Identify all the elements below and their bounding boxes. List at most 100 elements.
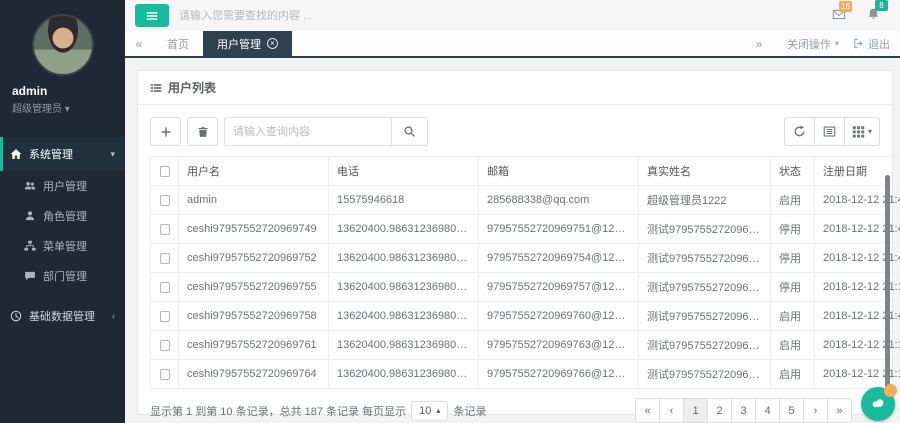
list-icon [150, 82, 162, 94]
notifications-button[interactable]: 8 [867, 7, 880, 24]
sidebar-item-system-management[interactable]: 系统管理 ▾ [0, 137, 125, 171]
sidebar: admin 超级管理员 ▾ 系统管理 ▾ 用户管理 角色管理 [0, 0, 125, 423]
sidebar-menu: 系统管理 ▾ 用户管理 角色管理 菜单管理 部门管理 [0, 137, 125, 333]
cell-realname: 测试97957552720969750 [639, 215, 771, 244]
pagination-summary-suffix: 条记录 [453, 403, 486, 419]
columns-grid-icon [852, 125, 865, 138]
row-checkbox[interactable] [160, 253, 170, 264]
close-operations-dropdown[interactable]: 关闭操作 ▾ [787, 36, 839, 52]
profile-role-dropdown[interactable]: 超级管理员 ▾ [12, 100, 117, 115]
tabs-scroll-left-button[interactable]: « [125, 31, 153, 56]
row-checkbox-cell [151, 244, 179, 273]
table-row: ceshi9795755272096976113620400.986312369… [151, 331, 900, 360]
pagination-bar: 显示第 1 到第 10 条记录，总共 187 条记录 每页显示 10 ▴ 条记录… [150, 389, 880, 423]
sidebar-toggle-button[interactable] [135, 4, 169, 27]
chat-floating-button[interactable] [861, 387, 895, 421]
select-all-checkbox[interactable] [160, 166, 170, 177]
columns-dropdown-button[interactable]: ▾ [844, 117, 880, 146]
table-view-controls: ▾ [784, 117, 880, 146]
cell-status: 停用 [771, 244, 815, 273]
page-button[interactable]: 3 [731, 398, 756, 423]
messages-count-badge: 16 [839, 1, 852, 12]
cell-phone: 13620400.9863123698032576 [329, 360, 479, 389]
row-checkbox[interactable] [160, 311, 170, 322]
table-row: ceshi9795755272096975213620400.986312369… [151, 244, 900, 273]
cell-realname: 超级管理员1222 [639, 186, 771, 215]
sitemap-icon [24, 240, 36, 252]
row-checkbox-cell [151, 331, 179, 360]
sidebar-submenu: 用户管理 角色管理 菜单管理 部门管理 [0, 171, 125, 291]
comment-icon [24, 270, 36, 282]
row-checkbox[interactable] [160, 224, 170, 235]
tab-user-management[interactable]: 用户管理 × [203, 31, 292, 56]
toggle-view-button[interactable] [814, 117, 845, 146]
pagination-summary: 显示第 1 到第 10 条记录，总共 187 条记录 每页显示 [150, 403, 406, 419]
cell-email: 97957552720969760@126.com [479, 302, 639, 331]
sidebar-item-user-management[interactable]: 用户管理 [0, 171, 125, 201]
tab-close-icon[interactable]: × [267, 38, 278, 49]
cell-realname: 测试97957552720969756 [639, 273, 771, 302]
table-scrollbar[interactable] [885, 175, 890, 393]
cell-email: 97957552720969757@126.com [479, 273, 639, 302]
sidebar-item-role-management[interactable]: 角色管理 [0, 201, 125, 231]
row-checkbox-cell [151, 360, 179, 389]
add-user-button[interactable] [150, 117, 181, 146]
chat-notification-badge [884, 384, 897, 397]
row-checkbox[interactable] [160, 369, 170, 380]
global-search-input[interactable] [179, 10, 821, 22]
cell-realname: 测试97957552720969753 [639, 244, 771, 273]
page-nav-button[interactable]: ‹ [659, 398, 684, 423]
chevron-down-icon: ▾ [868, 127, 872, 136]
table-row: ceshi9795755272096975813620400.986312369… [151, 302, 900, 331]
cell-phone: 13620400.9863123698032576 [329, 215, 479, 244]
table-search-input[interactable] [224, 117, 392, 146]
sidebar-item-menu-management[interactable]: 菜单管理 [0, 231, 125, 261]
table-row: ceshi9795755272096976413620400.986312369… [151, 360, 900, 389]
cell-username: ceshi97957552720969749 [179, 215, 329, 244]
chevron-down-icon: ▾ [110, 149, 115, 160]
page-nav-button[interactable]: » [827, 398, 852, 423]
table-search-button[interactable] [392, 117, 428, 146]
refresh-button[interactable] [784, 117, 815, 146]
logout-button[interactable]: 退出 [853, 36, 890, 52]
page-button[interactable]: 4 [755, 398, 780, 423]
cell-status: 启用 [771, 360, 815, 389]
page-button[interactable]: 1 [683, 398, 708, 423]
page-button[interactable]: 2 [707, 398, 732, 423]
tabs-scroll-right-button[interactable]: » [745, 37, 773, 51]
cell-phone: 13620400.9863123698032576 [329, 244, 479, 273]
sidebar-item-label: 基础数据管理 [29, 308, 95, 324]
avatar[interactable] [32, 14, 94, 76]
chevron-down-icon: ▾ [835, 39, 839, 48]
sidebar-item-department-management[interactable]: 部门管理 [0, 261, 125, 291]
delete-selected-button[interactable] [187, 117, 218, 146]
content-area: 用户列表 [125, 58, 900, 423]
row-checkbox[interactable] [160, 282, 170, 293]
sidebar-item-label: 用户管理 [43, 178, 87, 194]
page-size-dropdown[interactable]: 10 ▴ [411, 401, 448, 421]
page-nav-button[interactable]: « [635, 398, 660, 423]
table-toolbar: ▾ [150, 117, 880, 146]
messages-button[interactable]: 16 [831, 8, 847, 24]
row-checkbox[interactable] [160, 340, 170, 351]
tab-home[interactable]: 首页 [153, 31, 203, 56]
app-window: admin 超级管理员 ▾ 系统管理 ▾ 用户管理 角色管理 [0, 0, 900, 423]
column-header: 真实姓名 [639, 157, 771, 186]
sign-out-icon [853, 38, 864, 49]
cell-phone: 15575946618 [329, 186, 479, 215]
page-button[interactable]: 5 [779, 398, 804, 423]
column-header: 邮箱 [479, 157, 639, 186]
sidebar-item-basic-data-management[interactable]: 基础数据管理 ‹ [0, 299, 125, 333]
sidebar-item-label: 菜单管理 [43, 238, 87, 254]
cell-username: ceshi97957552720969758 [179, 302, 329, 331]
tabbar-actions: » 关闭操作 ▾ 退出 [735, 31, 900, 56]
table-body: admin15575946618285688338@qq.com超级管理员122… [151, 186, 900, 389]
cell-username: ceshi97957552720969764 [179, 360, 329, 389]
row-checkbox[interactable] [160, 195, 170, 206]
user-profile: admin 超级管理员 ▾ [0, 0, 125, 127]
row-checkbox-cell [151, 273, 179, 302]
page-nav-button[interactable]: › [803, 398, 828, 423]
cell-realname: 测试97957552720969759 [639, 302, 771, 331]
chevron-up-icon: ▴ [436, 406, 440, 415]
page-buttons: «‹12345›» [635, 398, 852, 423]
